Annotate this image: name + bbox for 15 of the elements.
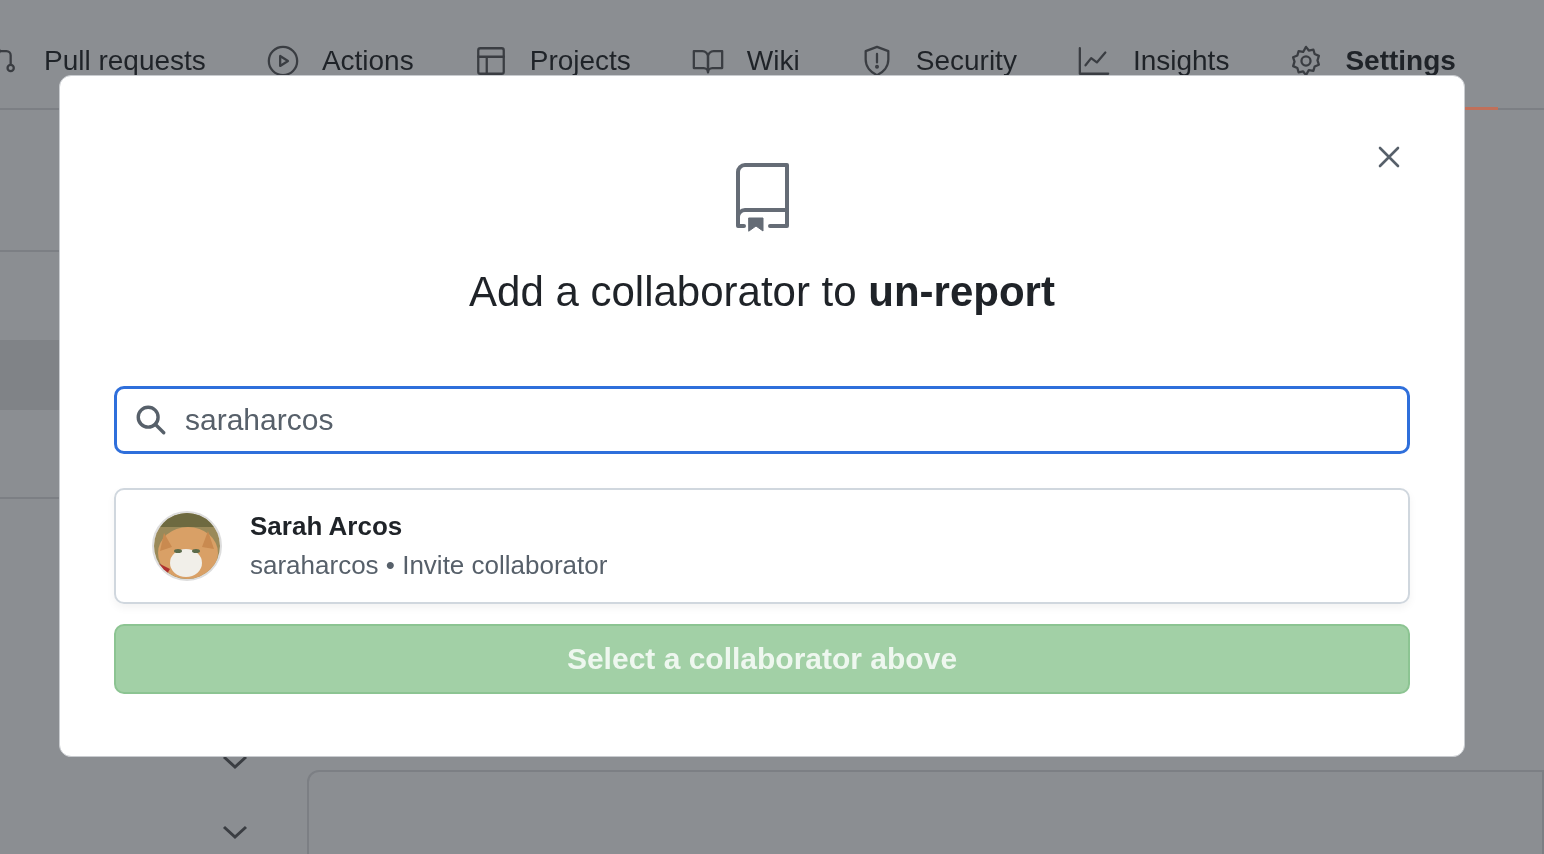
nav-tab[interactable]: Wiki [688,44,802,108]
user-detail: saraharcos • Invite collaborator [250,550,608,581]
nav-tab[interactable]: Actions [263,44,416,108]
search-field[interactable]: saraharcos [114,386,1410,454]
user-name: Sarah Arcos [250,511,404,542]
nav-tab[interactable]: Security [857,44,1019,108]
nav-tab[interactable]: Projects [471,44,633,108]
graph-icon [1076,44,1111,78]
repo-icon [734,162,790,232]
nav-tab[interactable]: Insights [1074,44,1232,108]
search-result[interactable]: Sarah Arcos saraharcos • Invite collaborator [114,488,1410,604]
play-icon [265,44,300,78]
dialog-title: Add a collaborator to un-report [469,268,1055,316]
nav-tab[interactable]: Pull requests [0,44,208,108]
search-icon [134,403,168,437]
